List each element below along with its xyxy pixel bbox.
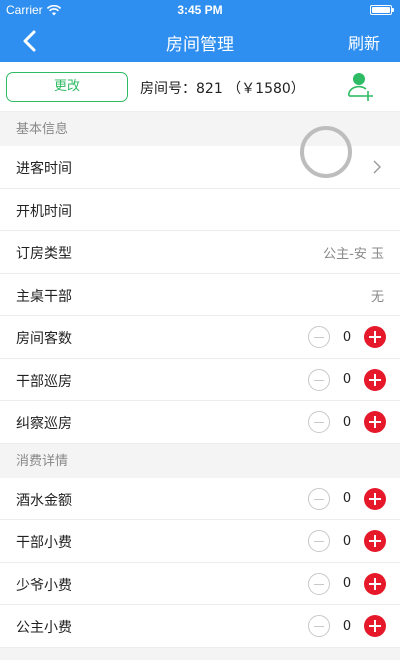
status-bar: Carrier 3:45 PM (0, 0, 400, 20)
navigation-bar: 房间管理 刷新 (0, 20, 400, 62)
battery-icon (370, 5, 394, 15)
plus-icon[interactable] (364, 530, 386, 552)
add-user-icon[interactable] (346, 72, 376, 102)
loading-spinner-icon (300, 126, 352, 178)
open-time-row: 开机时间 (0, 188, 400, 231)
chevron-right-icon (373, 160, 381, 174)
cadre-patrol-label: 干部巡房 (16, 373, 72, 390)
cadre-tip-label: 干部小费 (16, 535, 72, 551)
inspect-patrol-value: 0 (342, 414, 352, 430)
minus-icon[interactable] (308, 572, 330, 595)
cadre-tip-value: 0 (342, 533, 352, 549)
page-title: 房间管理 (166, 35, 234, 55)
plus-icon[interactable] (364, 615, 386, 637)
plus-icon[interactable] (364, 368, 386, 391)
open-time-label: 开机时间 (16, 203, 72, 220)
status-time: 3:45 PM (177, 3, 223, 17)
inspect-patrol-stepper: 0 (308, 411, 386, 433)
plus-icon[interactable] (364, 487, 386, 510)
minus-icon[interactable] (308, 368, 330, 391)
inspect-patrol-row: 纠察巡房 0 (0, 401, 400, 444)
cadre-patrol-value: 0 (342, 372, 352, 387)
plus-icon[interactable] (364, 326, 386, 348)
young-master-tip-row: 少爷小费 0 (0, 562, 400, 605)
drinks-amount-value: 0 (342, 491, 352, 506)
princess-tip-label: 公主小费 (16, 620, 72, 636)
guest-count-value: 0 (342, 329, 352, 345)
refresh-button[interactable]: 刷新 (348, 30, 380, 54)
guest-count-row: 房间客数 0 (0, 316, 400, 359)
princess-tip-stepper: 0 (308, 615, 386, 637)
booking-type-value: 公主-安 玉 (323, 247, 384, 262)
minus-icon[interactable] (308, 530, 330, 552)
drinks-amount-stepper: 0 (308, 487, 386, 510)
cadre-tip-row: 干部小费 0 (0, 520, 400, 563)
booking-type-row: 订房类型 公主-安 玉 (0, 231, 400, 274)
drinks-amount-row: 酒水金额 0 (0, 477, 400, 520)
young-master-tip-label: 少爷小费 (16, 577, 72, 594)
minus-icon[interactable] (308, 326, 330, 348)
change-button[interactable]: 更改 (6, 72, 128, 102)
cadre-tip-stepper: 0 (308, 530, 386, 552)
room-toolbar: 更改 房间号：821 （￥1580） (0, 62, 400, 112)
princess-tip-value: 0 (342, 618, 352, 634)
inspect-patrol-label: 纠察巡房 (16, 416, 72, 432)
princess-tip-row: 公主小费 0 (0, 605, 400, 648)
main-table-row: 主桌干部 无 (0, 273, 400, 316)
young-master-tip-value: 0 (342, 576, 352, 591)
cadre-patrol-row: 干部巡房 0 (0, 358, 400, 401)
guest-count-stepper: 0 (308, 326, 386, 348)
room-info: 房间号：821 （￥1580） (140, 81, 305, 97)
booking-type-label: 订房类型 (16, 246, 72, 262)
minus-icon[interactable] (308, 615, 330, 637)
minus-icon[interactable] (308, 411, 330, 433)
plus-icon[interactable] (364, 572, 386, 595)
section-header-consumption: 消费详情 (0, 443, 400, 478)
drinks-amount-label: 酒水金额 (16, 492, 72, 509)
main-table-value: 无 (370, 289, 384, 305)
minus-icon[interactable] (308, 487, 330, 510)
main-table-label: 主桌干部 (16, 288, 72, 305)
young-master-tip-stepper: 0 (308, 572, 386, 595)
guest-count-label: 房间客数 (16, 331, 72, 347)
checkin-time-label: 进客时间 (16, 161, 72, 177)
cadre-patrol-stepper: 0 (308, 368, 386, 391)
plus-icon[interactable] (364, 411, 386, 433)
